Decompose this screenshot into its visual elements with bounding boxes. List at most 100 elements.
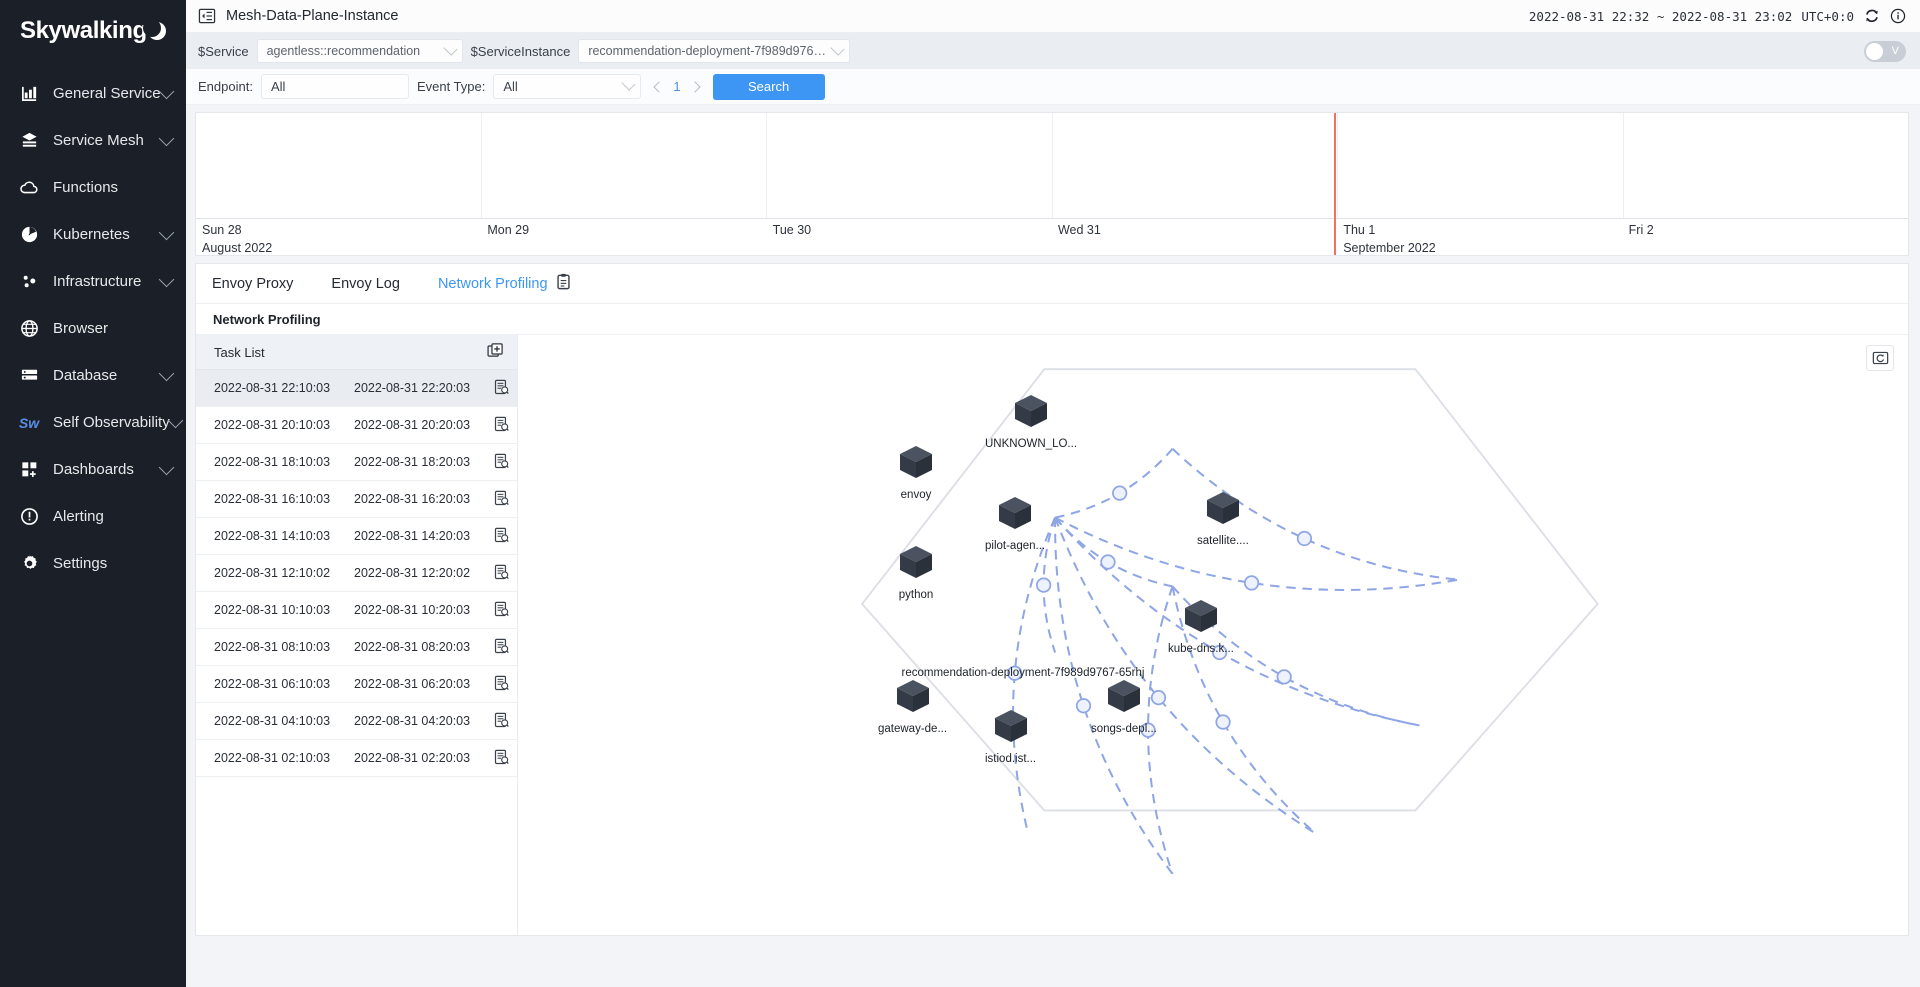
task-list-item[interactable]: 2022-08-31 08:10:032022-08-31 08:20:03 [196, 629, 517, 666]
timeline-month-axis: August 2022 September 2022 [196, 240, 1908, 256]
task-detail-icon[interactable] [494, 416, 509, 435]
app-logo[interactable]: Skywalking [0, 0, 186, 62]
topology-node[interactable]: songs-depl... [1091, 678, 1157, 735]
task-start-time: 2022-08-31 04:10:03 [214, 714, 346, 728]
sidebar-item-dashboards[interactable]: Dashboards [0, 446, 186, 493]
nodes-icon [16, 271, 42, 293]
task-end-time: 2022-08-31 18:20:03 [354, 455, 486, 469]
topology-edge [1055, 449, 1172, 518]
tab-envoy-proxy[interactable]: Envoy Proxy [212, 276, 293, 292]
view-toggle[interactable]: V [1864, 41, 1906, 62]
task-detail-icon[interactable] [494, 675, 509, 694]
sidebar-item-general-service[interactable]: General Service [0, 70, 186, 117]
node-cube-icon [878, 678, 947, 721]
node-cube-icon [985, 393, 1077, 436]
sidebar-item-infrastructure[interactable]: Infrastructure [0, 258, 186, 305]
sidebar-item-settings[interactable]: Settings [0, 540, 186, 587]
sidebar-item-alerting[interactable]: Alerting [0, 493, 186, 540]
timeline-grid [196, 113, 1908, 219]
tab-label: Network Profiling [438, 276, 548, 292]
topology-node-label: kube-dns.k... [1168, 643, 1234, 655]
task-list-item[interactable]: 2022-08-31 14:10:032022-08-31 14:20:03 [196, 518, 517, 555]
chevron-down-icon [159, 131, 175, 147]
topology-node[interactable]: satellite.... [1197, 490, 1249, 547]
task-detail-icon[interactable] [494, 749, 509, 768]
node-cube-icon [1168, 598, 1234, 641]
timezone-text: UTC+0:0 [1801, 9, 1854, 24]
refresh-icon[interactable] [1863, 8, 1880, 25]
timeline-chart[interactable]: Sun 28 Mon 29 Tue 30 Wed 31 Thu 1 Fri 2 … [195, 112, 1909, 256]
content-card: Envoy Proxy Envoy Log Network Profiling … [195, 263, 1909, 936]
task-list-item[interactable]: 2022-08-31 18:10:032022-08-31 18:20:03 [196, 444, 517, 481]
topology-graph[interactable]: UNKNOWN_LO...envoy pilot-agen... python sat… [518, 335, 1908, 935]
task-list-item[interactable]: 2022-08-31 02:10:032022-08-31 02:20:03 [196, 740, 517, 777]
task-detail-icon[interactable] [494, 564, 509, 583]
service-select[interactable]: agentless::recommendation [257, 39, 463, 63]
topology-boundary [862, 369, 1597, 810]
task-list-item[interactable]: 2022-08-31 06:10:032022-08-31 06:20:03 [196, 666, 517, 703]
task-detail-icon[interactable] [494, 379, 509, 398]
timeline-column [196, 113, 482, 218]
task-list-item[interactable]: 2022-08-31 04:10:03 2022-08-31 04:20:03 [196, 703, 517, 740]
clipboard-icon[interactable] [556, 273, 571, 294]
chevron-down-icon [159, 366, 175, 382]
task-list-header: Task List [196, 335, 517, 370]
task-list-item[interactable]: 2022-08-31 22:10:032022-08-31 22:20:03 [196, 370, 517, 407]
add-task-icon[interactable] [487, 343, 503, 362]
network-profiling-panel: Network Profiling Task List 2022-08-31 2… [196, 304, 1908, 935]
topology-node[interactable]: python [898, 544, 934, 601]
timeline-column [1053, 113, 1339, 218]
chevron-down-icon [159, 272, 175, 288]
sidebar-item-kubernetes[interactable]: Kubernetes [0, 211, 186, 258]
endpoint-input[interactable]: All [261, 74, 409, 99]
sidebar-item-self-observability[interactable]: Sw Self Observability [0, 399, 186, 446]
topology-node[interactable]: kube-dns.k... [1168, 598, 1234, 655]
task-start-time: 2022-08-31 08:10:03 [214, 640, 346, 654]
task-list-item[interactable]: 2022-08-31 12:10:022022-08-31 12:20:02 [196, 555, 517, 592]
timeline-day-label: Tue 30 [767, 219, 1052, 240]
info-icon[interactable] [1889, 8, 1906, 25]
sidebar-item-database[interactable]: Database [0, 352, 186, 399]
tab-network-profiling[interactable]: Network Profiling [438, 273, 571, 294]
service-instance-select[interactable]: recommendation-deployment-7f989d9767-65r… [578, 39, 850, 63]
tab-envoy-log[interactable]: Envoy Log [331, 276, 400, 292]
event-type-select[interactable]: All [493, 74, 641, 99]
next-page-icon[interactable] [689, 81, 700, 92]
dashboard-add-icon [16, 459, 42, 481]
task-detail-icon[interactable] [494, 638, 509, 657]
topology-node[interactable]: pilot-agen... [985, 495, 1045, 552]
sidebar-item-service-mesh[interactable]: Service Mesh [0, 117, 186, 164]
collapse-sidebar-icon[interactable] [198, 7, 216, 25]
topology-node[interactable]: UNKNOWN_LO... [985, 393, 1077, 450]
task-start-time: 2022-08-31 20:10:03 [214, 418, 346, 432]
task-detail-icon[interactable] [494, 527, 509, 546]
sidebar-item-browser[interactable]: Browser [0, 305, 186, 352]
toggle-knob [1866, 43, 1883, 60]
task-detail-icon[interactable] [494, 712, 509, 731]
node-cube-icon [985, 708, 1036, 751]
task-detail-icon[interactable] [494, 490, 509, 509]
task-end-time: 2022-08-31 04:20:03 [354, 714, 486, 728]
sidebar-item-functions[interactable]: Functions [0, 164, 186, 211]
task-detail-icon[interactable] [494, 601, 509, 620]
task-start-time: 2022-08-31 14:10:03 [214, 529, 346, 543]
task-list-item[interactable]: 2022-08-31 16:10:032022-08-31 16:20:03 [196, 481, 517, 518]
node-cube-icon [1197, 490, 1249, 533]
topology-node[interactable]: gateway-de... [878, 678, 947, 735]
search-button[interactable]: Search [713, 74, 825, 100]
sidebar-item-label: Alerting [53, 508, 161, 525]
topology-node-label: python [898, 589, 934, 601]
task-list-header-label: Task List [214, 345, 265, 360]
task-list-item[interactable]: 2022-08-31 10:10:032022-08-31 10:20:03 [196, 592, 517, 629]
topology-edge-marker [1216, 715, 1229, 728]
prev-page-icon[interactable] [654, 81, 665, 92]
task-detail-icon[interactable] [494, 453, 509, 472]
task-list-item[interactable]: 2022-08-31 20:10:032022-08-31 20:20:03 [196, 407, 517, 444]
time-range-text[interactable]: 2022-08-31 22:32 ~ 2022-08-31 23:02 [1529, 9, 1792, 24]
top-bar: Mesh-Data-Plane-Instance 2022-08-31 22:3… [186, 0, 1920, 33]
topology-node[interactable]: istiod.ist... [985, 708, 1036, 765]
event-type-select-value: All [503, 79, 517, 94]
filter-bar: $Service agentless::recommendation $Serv… [186, 33, 1920, 69]
page-number[interactable]: 1 [673, 79, 680, 94]
topology-node[interactable]: envoy [898, 444, 934, 501]
